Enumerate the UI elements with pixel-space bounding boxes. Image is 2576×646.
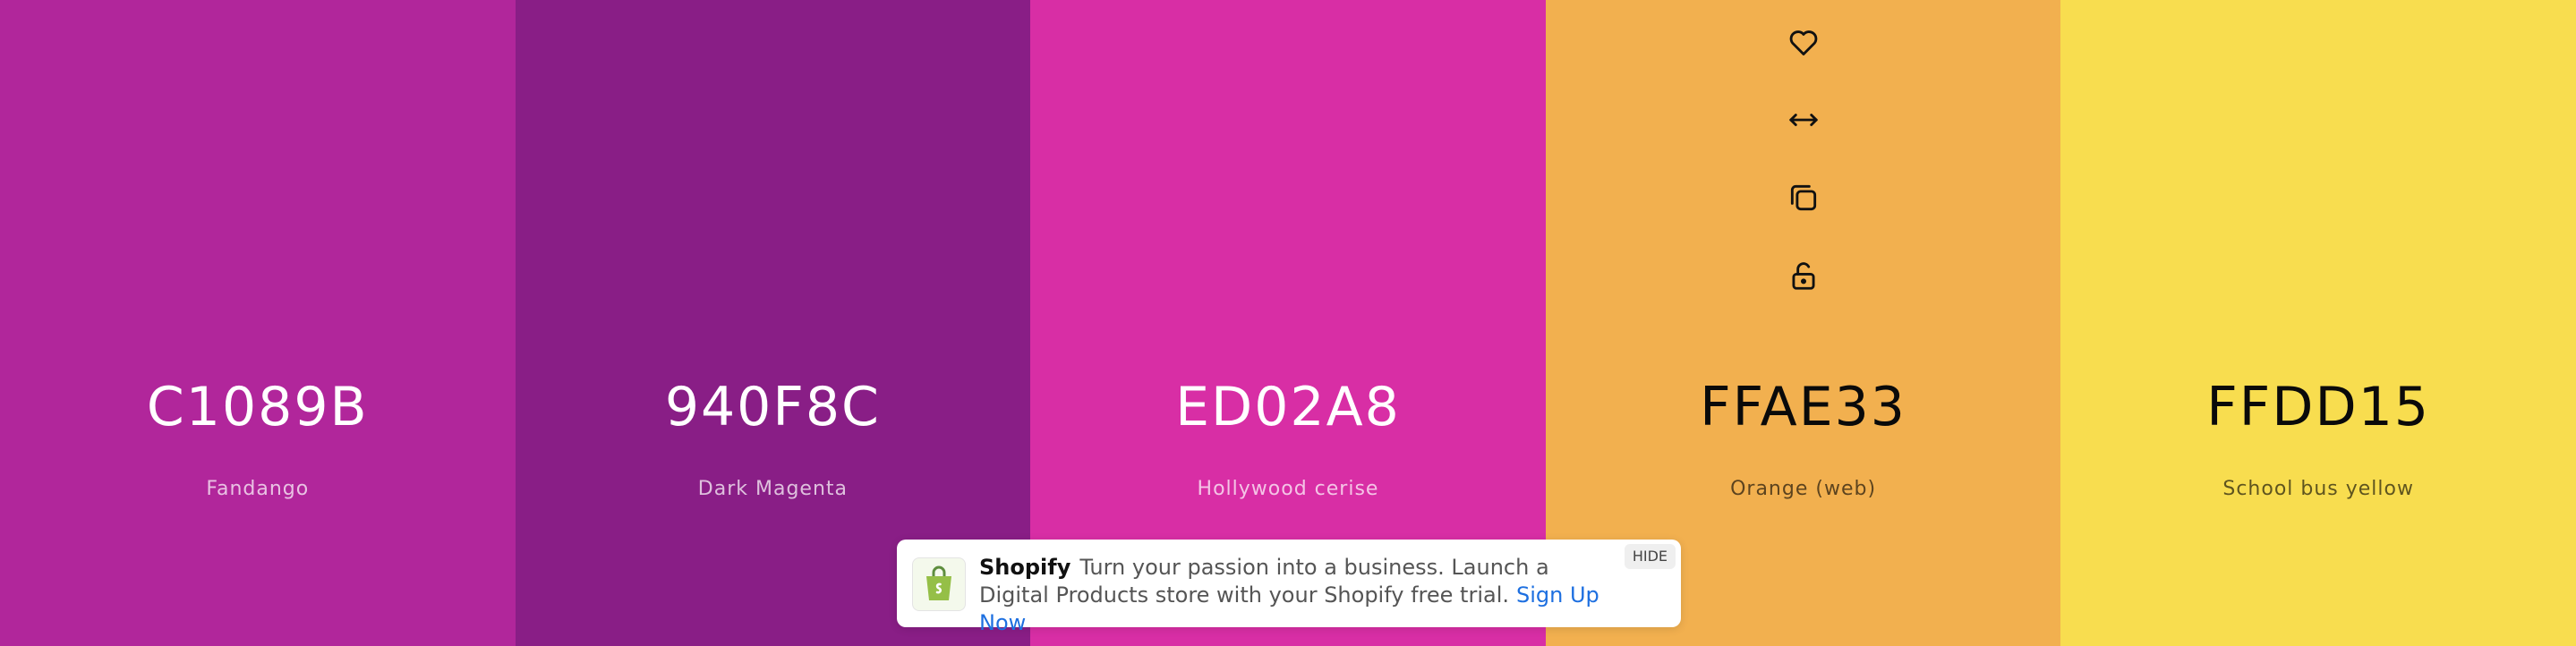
color-name: Fandango <box>206 478 310 500</box>
shopify-bag-icon[interactable] <box>912 557 966 611</box>
ad-text: Shopify Turn your passion into a business… <box>979 554 1606 637</box>
color-hex-code[interactable]: FFAE33 <box>1546 375 2061 439</box>
heart-icon[interactable] <box>1781 20 1826 64</box>
color-swatch-1[interactable]: C1089B Fandango <box>0 0 516 646</box>
sponsored-ad[interactable]: Shopify Turn your passion into a business… <box>897 540 1681 635</box>
hide-ad-button[interactable]: HIDE <box>1624 544 1676 569</box>
swatch-toolbar <box>1546 20 2061 331</box>
color-hex-code[interactable]: FFDD15 <box>2060 375 2576 439</box>
unlock-icon[interactable] <box>1781 253 1826 298</box>
ad-brand[interactable]: Shopify <box>979 555 1070 580</box>
color-name: School bus yellow <box>2222 478 2414 500</box>
color-hex-code[interactable]: C1089B <box>0 375 516 439</box>
color-name: Orange (web) <box>1730 478 1877 500</box>
color-swatch-5[interactable]: FFDD15 School bus yellow <box>2060 0 2576 646</box>
color-name: Dark Magenta <box>697 478 848 500</box>
color-hex-code[interactable]: ED02A8 <box>1030 375 1546 439</box>
drag-horizontal-icon[interactable] <box>1781 98 1826 142</box>
copy-icon[interactable] <box>1781 175 1826 220</box>
palette: C1089B Fandango 940F8C Dark Magenta ED02… <box>0 0 2576 646</box>
color-hex-code[interactable]: 940F8C <box>516 375 1031 439</box>
color-name: Hollywood cerise <box>1197 478 1379 500</box>
